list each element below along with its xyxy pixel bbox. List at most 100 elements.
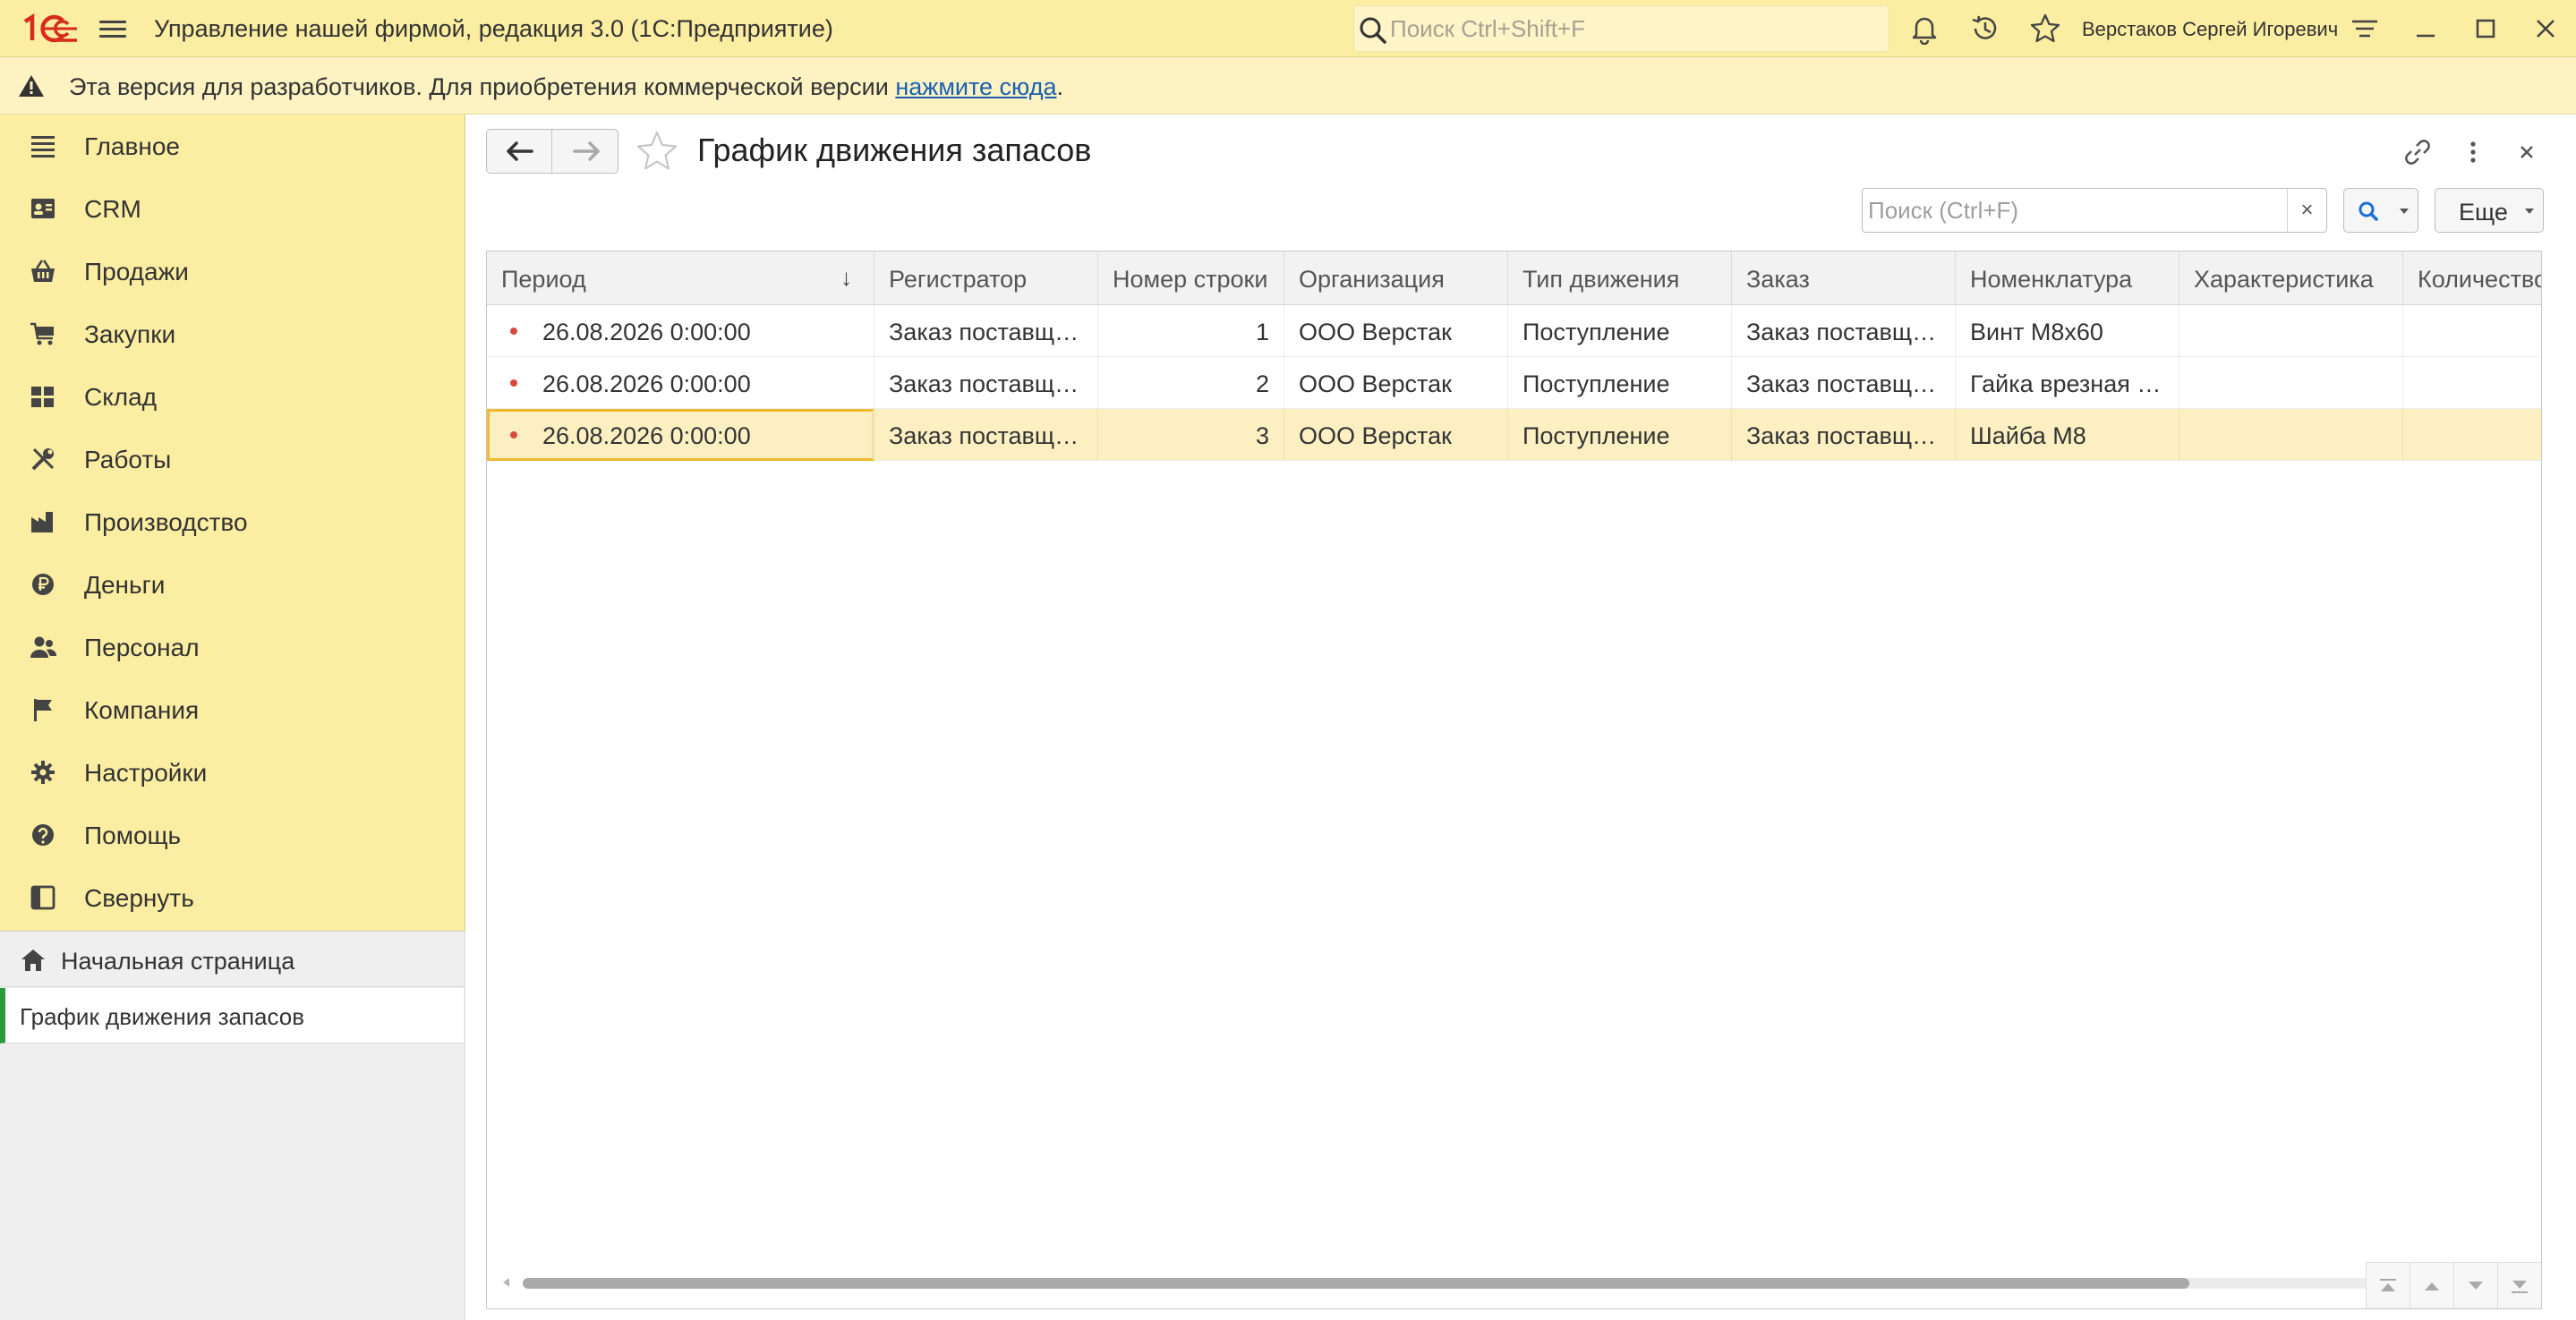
favorites-star-icon[interactable] — [2029, 13, 2061, 45]
sidebar-item-personnel[interactable]: Персонал — [0, 616, 464, 678]
cell-characteristic[interactable] — [2179, 409, 2403, 461]
column-header-order[interactable]: Заказ — [1732, 251, 1956, 305]
global-search[interactable] — [1353, 5, 1889, 52]
sidebar-item-sales[interactable]: Продажи — [0, 240, 464, 302]
sidebar-item-collapse[interactable]: Свернуть — [0, 866, 464, 929]
cell-period[interactable]: 26.08.2026 0:00:00 — [487, 357, 874, 409]
cell-movement-type[interactable]: Поступление — [1508, 409, 1732, 461]
cell-organization[interactable]: ООО Верстак — [1284, 409, 1508, 461]
cell-quantity[interactable] — [2403, 409, 2541, 461]
column-header-nomenclature[interactable]: Номенклатура — [1956, 251, 2179, 305]
cell-nomenclature[interactable]: Шайба М8 — [1956, 409, 2179, 461]
sidebar-item-main[interactable]: Главное — [0, 115, 464, 177]
more-button[interactable]: Еще — [2435, 188, 2544, 233]
column-header-label: Характеристика — [2194, 266, 2374, 293]
bell-icon[interactable] — [1908, 13, 1941, 45]
sidebar-item-help[interactable]: Помощь — [0, 804, 464, 866]
favorite-star-icon[interactable] — [635, 129, 679, 174]
sidebar-item-label: Настройки — [84, 759, 208, 787]
column-header-registrar[interactable]: Регистратор — [874, 251, 1098, 305]
cell-order[interactable]: Заказ поставщ… — [1732, 357, 1956, 409]
home-icon — [21, 950, 45, 971]
cell-period[interactable]: 26.08.2026 0:00:00 — [487, 409, 874, 461]
cell-quantity[interactable] — [2403, 357, 2541, 409]
close-window-icon[interactable] — [2529, 13, 2562, 45]
column-header-label: Тип движения — [1523, 266, 1680, 293]
user-name[interactable]: Верстаков Сергей Игоревич — [2082, 18, 2338, 41]
tools-icon — [31, 447, 55, 471]
forward-button[interactable] — [553, 130, 618, 173]
arrow-down-icon — [2469, 1282, 2483, 1290]
list-search-input[interactable] — [1866, 194, 2276, 226]
clear-search-button[interactable]: × — [2287, 189, 2326, 232]
cell-movement-type[interactable]: Поступление — [1508, 305, 1732, 357]
maximize-icon[interactable] — [2469, 13, 2502, 45]
page-down-button[interactable] — [2453, 1262, 2497, 1308]
cell-registrar[interactable]: Заказ поставщ… — [874, 409, 1098, 461]
column-header-organization[interactable]: Организация — [1284, 251, 1508, 305]
settings-menu-icon[interactable] — [2349, 13, 2381, 45]
cell-quantity[interactable] — [2403, 305, 2541, 357]
scroll-left-icon[interactable] — [503, 1278, 509, 1287]
cell-line-number[interactable]: 1 — [1098, 305, 1284, 357]
warning-icon — [19, 75, 44, 97]
list-search[interactable]: × — [1862, 188, 2327, 233]
cell-value: 26.08.2026 0:00:00 — [542, 422, 751, 449]
table-row[interactable]: 26.08.2026 0:00:00 Заказ поставщ… 2 ООО … — [487, 357, 2541, 409]
close-form-icon[interactable] — [2511, 136, 2543, 168]
column-header-characteristic[interactable]: Характеристика — [2179, 251, 2403, 305]
sidebar-item-label: Помощь — [84, 822, 182, 849]
column-header-line-number[interactable]: Номер строки — [1098, 251, 1284, 305]
home-page-label: Начальная страница — [61, 948, 295, 975]
column-header-movement-type[interactable]: Тип движения — [1508, 251, 1732, 305]
home-page-link[interactable]: Начальная страница — [0, 933, 464, 987]
cell-nomenclature[interactable]: Винт М8х60 — [1956, 305, 2179, 357]
cell-order[interactable]: Заказ поставщ… — [1732, 305, 1956, 357]
column-header-period[interactable]: Период ↓ — [487, 251, 874, 305]
search-button[interactable] — [2343, 188, 2418, 233]
cell-movement-type[interactable]: Поступление — [1508, 357, 1732, 409]
page-up-button[interactable] — [2410, 1262, 2453, 1308]
cell-line-number[interactable]: 2 — [1098, 357, 1284, 409]
cell-characteristic[interactable] — [2179, 305, 2403, 357]
back-button[interactable] — [487, 130, 552, 173]
cell-line-number[interactable]: 3 — [1098, 409, 1284, 461]
open-window-tab[interactable]: График движения запасов — [0, 988, 464, 1043]
sidebar-item-production[interactable]: Производство — [0, 490, 464, 553]
sidebar-item-company[interactable]: Компания — [0, 678, 464, 741]
table-row-selected[interactable]: 26.08.2026 0:00:00 Заказ поставщ… 3 ООО … — [487, 409, 2541, 461]
sidebar-item-money[interactable]: Деньги — [0, 553, 464, 616]
history-icon[interactable] — [1969, 13, 2001, 45]
sidebar-item-settings[interactable]: Настройки — [0, 741, 464, 804]
column-header-quantity[interactable]: Количество — [2403, 251, 2541, 305]
link-icon[interactable] — [2401, 136, 2434, 168]
factory-icon — [31, 512, 53, 532]
sidebar-item-works[interactable]: Работы — [0, 428, 464, 490]
cell-order[interactable]: Заказ поставщ… — [1732, 409, 1956, 461]
cell-organization[interactable]: ООО Верстак — [1284, 305, 1508, 357]
table-row[interactable]: 26.08.2026 0:00:00 Заказ поставщ… 1 ООО … — [487, 305, 2541, 357]
column-header-label: Регистратор — [889, 266, 1028, 293]
more-vertical-icon[interactable] — [2457, 136, 2489, 168]
main-menu-icon[interactable] — [97, 16, 129, 43]
sidebar-item-warehouse[interactable]: Склад — [0, 365, 464, 428]
list-pager — [2366, 1262, 2541, 1308]
cell-period[interactable]: 26.08.2026 0:00:00 — [487, 305, 874, 357]
go-first-button[interactable] — [2366, 1262, 2410, 1308]
cell-value: Заказ поставщ… — [889, 319, 1079, 345]
cell-characteristic[interactable] — [2179, 357, 2403, 409]
cell-organization[interactable]: ООО Верстак — [1284, 357, 1508, 409]
sidebar-item-purchases[interactable]: Закупки — [0, 302, 464, 365]
minimize-icon[interactable] — [2410, 13, 2442, 45]
chevron-down-icon — [2525, 209, 2534, 214]
purchase-link[interactable]: нажмите сюда — [895, 73, 1056, 100]
horizontal-scrollbar[interactable] — [503, 1276, 2463, 1290]
sidebar-item-crm[interactable]: CRM — [0, 177, 464, 240]
scroll-thumb[interactable] — [523, 1278, 2189, 1289]
global-search-input[interactable] — [1390, 13, 1873, 44]
cell-nomenclature[interactable]: Гайка врезная … — [1956, 357, 2179, 409]
sort-desc-icon: ↓ — [840, 264, 852, 291]
go-last-button[interactable] — [2497, 1262, 2541, 1308]
cell-registrar[interactable]: Заказ поставщ… — [874, 357, 1098, 409]
cell-registrar[interactable]: Заказ поставщ… — [874, 305, 1098, 357]
